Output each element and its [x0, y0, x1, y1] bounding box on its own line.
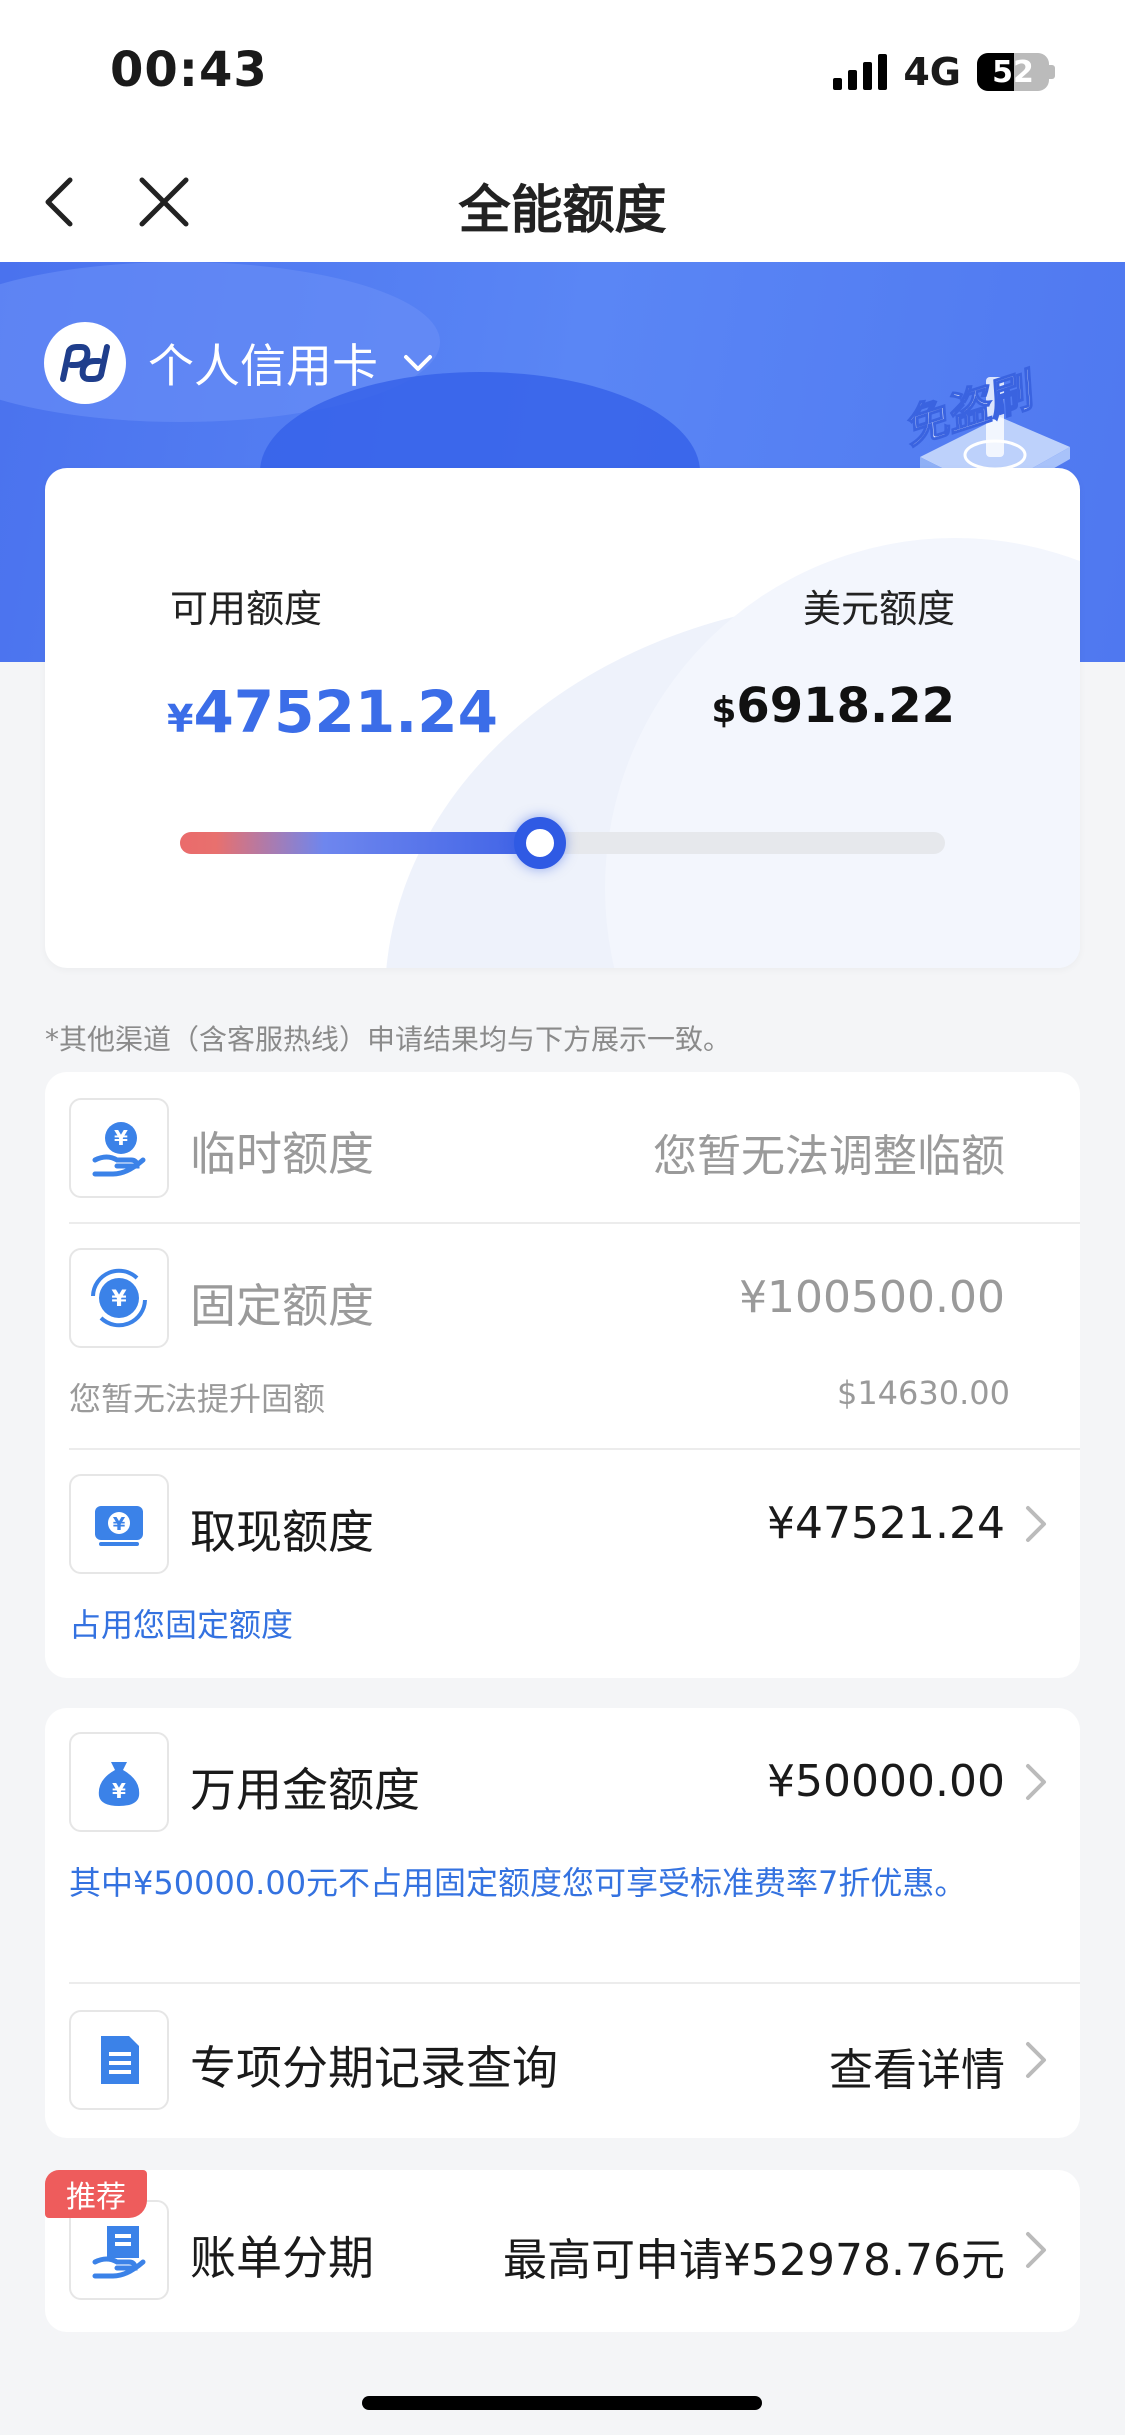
fixed-limit-label: 固定额度 — [190, 1279, 374, 1333]
temp-limit-row: ¥ 临时额度 您暂无法调整临额 — [45, 1072, 1080, 1224]
limit-usage-knob — [513, 817, 566, 869]
cash-limit-label: 取现额度 — [190, 1505, 374, 1559]
network-type: 4G — [903, 50, 961, 94]
recommend-tag: 推荐 — [45, 2170, 147, 2218]
available-limit-label: 可用额度 — [170, 587, 323, 631]
signal-icon — [833, 54, 888, 90]
svg-text:¥: ¥ — [114, 1126, 128, 1150]
usd-limit-label: 美元额度 — [802, 587, 955, 631]
installment-records-label: 专项分期记录查询 — [190, 2041, 558, 2095]
svg-text:¥: ¥ — [112, 1779, 126, 1803]
wanyong-limit-note: 其中¥50000.00元不占用固定额度您可享受标准费率7折优惠。 — [69, 1864, 967, 1902]
special-limits-panel: ¥ 万用金额度 ¥50000.00 其中¥50000.00元不占用固定额度您可享… — [45, 1708, 1080, 2138]
cash-limit-icon: ¥ — [69, 1474, 169, 1574]
fixed-limit-row: ¥ 固定额度 ¥100500.00 您暂无法提升固额 $14630.00 — [45, 1224, 1080, 1450]
bill-installment-row[interactable]: 账单分期 最高可申请¥52978.76元 — [45, 2170, 1080, 2332]
document-icon — [69, 2010, 169, 2110]
chevron-right-icon — [1026, 1764, 1046, 1800]
nav-bar: 全能额度 — [0, 150, 1125, 262]
installment-records-link[interactable]: 查看详情 — [829, 2034, 1005, 2098]
battery-level: 52 — [992, 54, 1034, 90]
fixed-limit-value: ¥100500.00 — [739, 1272, 1005, 1323]
wanyong-limit-label: 万用金额度 — [190, 1763, 420, 1817]
card-type-label: 个人信用卡 — [148, 339, 378, 393]
available-limit-card: 可用额度 美元额度 ¥47521.24 $6918.22 — [45, 468, 1080, 968]
cash-limit-note: 占用您固定额度 — [69, 1606, 294, 1644]
cash-limit-row[interactable]: ¥ 取现额度 ¥47521.24 占用您固定额度 — [45, 1450, 1080, 1678]
usd-limit-value: $6918.22 — [711, 678, 955, 734]
temp-limit-label: 临时额度 — [190, 1127, 374, 1181]
channel-notice: *其他渠道（含客服热线）申请结果均与下方展示一致。 — [45, 1023, 732, 1056]
bill-installment-label: 账单分期 — [190, 2231, 374, 2285]
card-type-selector[interactable]: 个人信用卡 — [44, 322, 436, 404]
battery-icon: 52 — [977, 53, 1049, 91]
svg-text:¥: ¥ — [113, 1514, 126, 1535]
available-limit-value: ¥47521.24 — [167, 678, 498, 746]
chevron-right-icon — [1026, 2232, 1046, 2268]
bill-installment-panel[interactable]: 账单分期 最高可申请¥52978.76元 — [45, 2170, 1080, 2332]
bill-installment-value: 最高可申请¥52978.76元 — [503, 2235, 1005, 2286]
fixed-limit-note: 您暂无法提升固额 — [69, 1380, 326, 1418]
fixed-limit-icon: ¥ — [69, 1248, 169, 1348]
chevron-right-icon — [1026, 1506, 1046, 1542]
wanyong-limit-value: ¥50000.00 — [767, 1756, 1005, 1807]
home-indicator — [362, 2396, 762, 2410]
limit-usage-fill — [180, 832, 540, 854]
status-bar: 00:43 4G 52 — [0, 0, 1125, 150]
cash-limit-value: ¥47521.24 — [767, 1498, 1005, 1549]
wanyong-limit-row[interactable]: ¥ 万用金额度 ¥50000.00 其中¥50000.00元不占用固定额度您可享… — [45, 1708, 1080, 1984]
bank-logo — [44, 322, 126, 404]
page-title: 全能额度 — [458, 181, 667, 241]
chevron-right-icon — [1026, 2042, 1046, 2078]
installment-records-row[interactable]: 专项分期记录查询 查看详情 — [45, 1984, 1080, 2138]
chevron-down-icon — [404, 355, 432, 371]
status-icons: 4G 52 — [833, 50, 1055, 94]
money-bag-icon: ¥ — [69, 1732, 169, 1832]
limit-usage-bar — [180, 817, 945, 869]
svg-text:¥: ¥ — [111, 1287, 127, 1312]
temp-limit-icon: ¥ — [69, 1098, 169, 1198]
limits-panel: ¥ 临时额度 您暂无法调整临额 ¥ 固定额度 ¥100500.00 您暂无法提升… — [45, 1072, 1080, 1678]
status-time: 00:43 — [110, 42, 268, 98]
temp-limit-value: 您暂无法调整临额 — [653, 1131, 1005, 1182]
fixed-limit-usd: $14630.00 — [836, 1374, 1010, 1412]
